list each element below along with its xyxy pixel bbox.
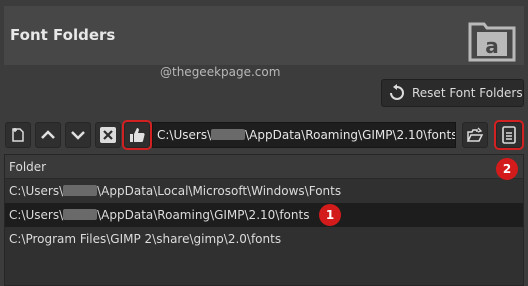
redacted-username bbox=[63, 209, 98, 220]
reset-font-folders-button[interactable]: Reset Font Folders bbox=[381, 79, 524, 107]
path-prefix: C:\Users\ bbox=[157, 128, 212, 142]
list-item[interactable]: C:\Program Files\GIMP 2\share\gimp\2.0\f… bbox=[5, 227, 523, 251]
row-path: C:\Program Files\GIMP 2\share\gimp\2.0\f… bbox=[9, 232, 282, 246]
list-item[interactable]: C:\Users\ \AppData\Roaming\GIMP\2.10\font… bbox=[5, 203, 523, 227]
open-folder-icon bbox=[466, 127, 484, 142]
add-folder-to-list-button[interactable] bbox=[494, 120, 524, 150]
annotation-badge-1: 1 bbox=[319, 204, 341, 226]
path-suffix: \AppData\Roaming\GIMP\2.10\fonts bbox=[245, 128, 456, 142]
dialog-header: Font Folders a bbox=[4, 6, 524, 65]
watermark-text: @thegeekpage.com bbox=[160, 65, 281, 79]
svg-text:a: a bbox=[485, 34, 499, 58]
move-down-button[interactable] bbox=[65, 122, 91, 148]
thumbs-up-icon bbox=[130, 128, 145, 142]
row-path-suffix: \AppData\Roaming\GIMP\2.10\fonts bbox=[97, 208, 310, 222]
new-folder-button[interactable] bbox=[5, 122, 31, 148]
delete-folder-button[interactable] bbox=[95, 122, 121, 148]
font-folder-icon: a bbox=[468, 22, 516, 62]
new-document-icon bbox=[12, 128, 24, 142]
folder-path-input[interactable]: C:\Users\ \AppData\Roaming\GIMP\2.10\font… bbox=[152, 122, 456, 148]
delete-x-icon bbox=[100, 127, 116, 143]
chevron-up-icon bbox=[41, 130, 55, 139]
dialog-title: Font Folders bbox=[10, 26, 116, 44]
list-item[interactable]: C:\Users\ \AppData\Local\Microsoft\Window… bbox=[5, 179, 523, 203]
row-path-suffix: \AppData\Local\Microsoft\Windows\Fonts bbox=[97, 184, 342, 198]
reset-icon bbox=[390, 84, 404, 100]
row-path-prefix: C:\Users\ bbox=[9, 208, 64, 222]
document-list-icon bbox=[502, 126, 516, 144]
font-folder-list[interactable]: Folder C:\Users\ \AppData\Local\Microsoft… bbox=[4, 154, 524, 286]
move-up-button[interactable] bbox=[35, 122, 61, 148]
folder-column-header[interactable]: Folder bbox=[5, 155, 523, 179]
reset-button-label: Reset Font Folders bbox=[412, 86, 523, 100]
chevron-down-icon bbox=[71, 131, 85, 140]
browse-folder-button[interactable] bbox=[462, 122, 488, 148]
apply-folder-button[interactable] bbox=[122, 120, 152, 150]
redacted-username bbox=[63, 185, 98, 196]
annotation-badge-2: 2 bbox=[496, 158, 518, 180]
redacted-username bbox=[211, 129, 246, 140]
row-path-prefix: C:\Users\ bbox=[9, 184, 64, 198]
